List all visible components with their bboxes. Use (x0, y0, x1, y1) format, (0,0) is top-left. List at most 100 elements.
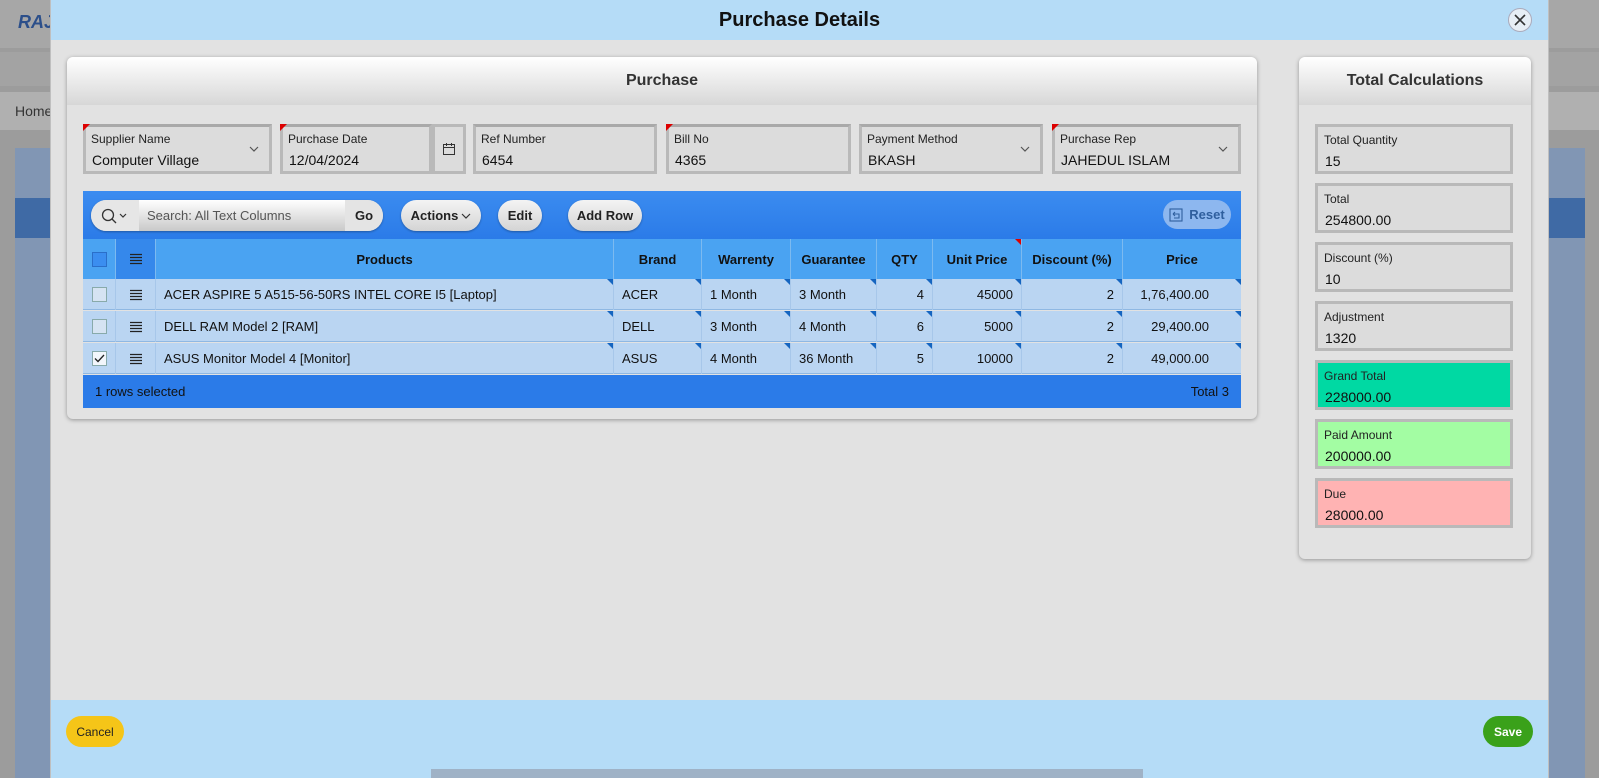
required-marker (666, 124, 673, 131)
brand-cell[interactable]: ASUS (614, 343, 702, 374)
purchase-date-field[interactable]: Purchase Date 12/04/2024 (280, 124, 432, 174)
select-all-checkbox-cell[interactable] (83, 239, 116, 279)
bill-no-field[interactable]: Bill No 4365 (666, 124, 851, 174)
purchase-rep-select[interactable]: Purchase Rep JAHEDUL ISLAM (1052, 124, 1241, 174)
discount-cell[interactable]: 2 (1022, 279, 1123, 310)
product-cell[interactable]: ACER ASPIRE 5 A515-56-50RS INTEL CORE I5… (156, 279, 614, 310)
close-button[interactable] (1508, 8, 1532, 32)
table-row[interactable]: DELL RAM Model 2 [RAM] DELL 3 Month 4 Mo… (83, 311, 1241, 342)
cancel-button[interactable]: Cancel (66, 716, 124, 747)
table-row[interactable]: ASUS Monitor Model 4 [Monitor] ASUS 4 Mo… (83, 343, 1241, 374)
actions-button[interactable]: Actions (401, 200, 481, 231)
required-marker (1015, 239, 1021, 245)
supplier-name-select[interactable]: Supplier Name Computer Village (83, 124, 272, 174)
row-select-cell[interactable] (83, 279, 116, 310)
menu-lines-icon (129, 289, 142, 300)
qty-cell[interactable]: 5 (877, 343, 933, 374)
qty-text: 5 (916, 351, 924, 366)
select-all-checkbox[interactable] (91, 251, 107, 267)
ref-number-field[interactable]: Ref Number 6454 (473, 124, 657, 174)
unit-price-cell[interactable]: 5000 (933, 311, 1022, 342)
guarantee-text: 36 Month (799, 351, 854, 366)
price-cell[interactable]: 29,400.00 (1123, 311, 1241, 342)
editable-marker (1116, 311, 1122, 317)
editable-marker (926, 279, 932, 285)
discount-field[interactable]: Discount (%) 10 (1315, 242, 1513, 292)
price-cell[interactable]: 1,76,400.00 (1123, 279, 1241, 310)
column-header-discount[interactable]: Discount (%) (1022, 239, 1123, 279)
brand-text: ACER (622, 287, 659, 302)
brand-cell[interactable]: ACER (614, 279, 702, 310)
editable-marker (607, 279, 613, 285)
editable-marker (1015, 279, 1021, 285)
bottom-toolbar-strip (431, 769, 1143, 778)
column-header-products[interactable]: Products (156, 239, 614, 279)
column-header-guarantee[interactable]: Guarantee (791, 239, 877, 279)
add-row-button[interactable]: Add Row (568, 200, 642, 231)
bill-no-value: 4365 (675, 152, 707, 168)
column-header-qty[interactable]: QTY (877, 239, 933, 279)
payment-method-select[interactable]: Payment Method BKASH (859, 124, 1043, 174)
supplier-name-label: Supplier Name (91, 132, 171, 146)
search-column-menu[interactable] (91, 200, 139, 231)
row-menu-header[interactable] (116, 239, 156, 279)
row-checkbox[interactable] (91, 287, 107, 302)
total-rows-text: Total 3 (1190, 384, 1229, 399)
unit-price-cell[interactable]: 45000 (933, 279, 1022, 310)
search-input[interactable] (139, 200, 345, 231)
discount-label: Discount (%) (1324, 251, 1393, 265)
discount-cell[interactable]: 2 (1022, 311, 1123, 342)
total-quantity-value: 15 (1325, 153, 1341, 169)
dialog-title-bar: Purchase Details (51, 0, 1548, 40)
warranty-cell[interactable]: 3 Month (702, 311, 791, 342)
column-header-price[interactable]: Price (1123, 239, 1241, 279)
total-calculations-title: Total Calculations (1299, 57, 1531, 105)
row-select-cell[interactable] (83, 311, 116, 342)
column-header-warrenty[interactable]: Warrenty (702, 239, 791, 279)
product-cell[interactable]: ASUS Monitor Model 4 [Monitor] (156, 343, 614, 374)
row-menu-cell[interactable] (116, 343, 156, 374)
checkmark-icon (94, 354, 104, 363)
discount-cell[interactable]: 2 (1022, 343, 1123, 374)
table-row[interactable]: ACER ASPIRE 5 A515-56-50RS INTEL CORE I5… (83, 279, 1241, 310)
row-menu-cell[interactable] (116, 279, 156, 310)
go-button[interactable]: Go (345, 200, 383, 231)
product-cell[interactable]: DELL RAM Model 2 [RAM] (156, 311, 614, 342)
qty-cell[interactable]: 6 (877, 311, 933, 342)
purchase-rep-label: Purchase Rep (1060, 132, 1137, 146)
reset-button[interactable]: Reset (1163, 200, 1231, 229)
qty-cell[interactable]: 4 (877, 279, 933, 310)
total-calculations-panel: Total Calculations Total Quantity 15 Tot… (1299, 57, 1531, 559)
purchase-date-label: Purchase Date (288, 132, 368, 146)
warranty-cell[interactable]: 1 Month (702, 279, 791, 310)
total-label: Total (1324, 192, 1350, 206)
row-checkbox[interactable] (91, 351, 107, 366)
unit-price-cell[interactable]: 10000 (933, 343, 1022, 374)
calendar-icon (443, 143, 455, 155)
chevron-down-icon (249, 146, 259, 152)
breadcrumb-home: Home (15, 103, 53, 119)
row-checkbox[interactable] (91, 319, 107, 334)
edit-button[interactable]: Edit (498, 200, 542, 231)
adjustment-field[interactable]: Adjustment 1320 (1315, 301, 1513, 351)
brand-text: DELL (622, 319, 655, 334)
paid-amount-field[interactable]: Paid Amount 200000.00 (1315, 419, 1513, 469)
guarantee-cell[interactable]: 3 Month (791, 279, 877, 310)
guarantee-cell[interactable]: 4 Month (791, 311, 877, 342)
save-button[interactable]: Save (1483, 716, 1533, 747)
column-header-brand[interactable]: Brand (614, 239, 702, 279)
warranty-cell[interactable]: 4 Month (702, 343, 791, 374)
row-select-cell[interactable] (83, 343, 116, 374)
row-menu-cell[interactable] (116, 311, 156, 342)
editable-marker (1235, 343, 1241, 349)
price-cell[interactable]: 49,000.00 (1123, 343, 1241, 374)
brand-cell[interactable]: DELL (614, 311, 702, 342)
product-text: DELL RAM Model 2 [RAM] (164, 319, 319, 334)
column-header-unit-price[interactable]: Unit Price (933, 239, 1022, 279)
editable-marker (695, 343, 701, 349)
editable-marker (695, 279, 701, 285)
ref-number-label: Ref Number (481, 132, 546, 146)
guarantee-cell[interactable]: 36 Month (791, 343, 877, 374)
calendar-button[interactable] (432, 124, 466, 174)
purchase-panel-title: Purchase (67, 57, 1257, 105)
